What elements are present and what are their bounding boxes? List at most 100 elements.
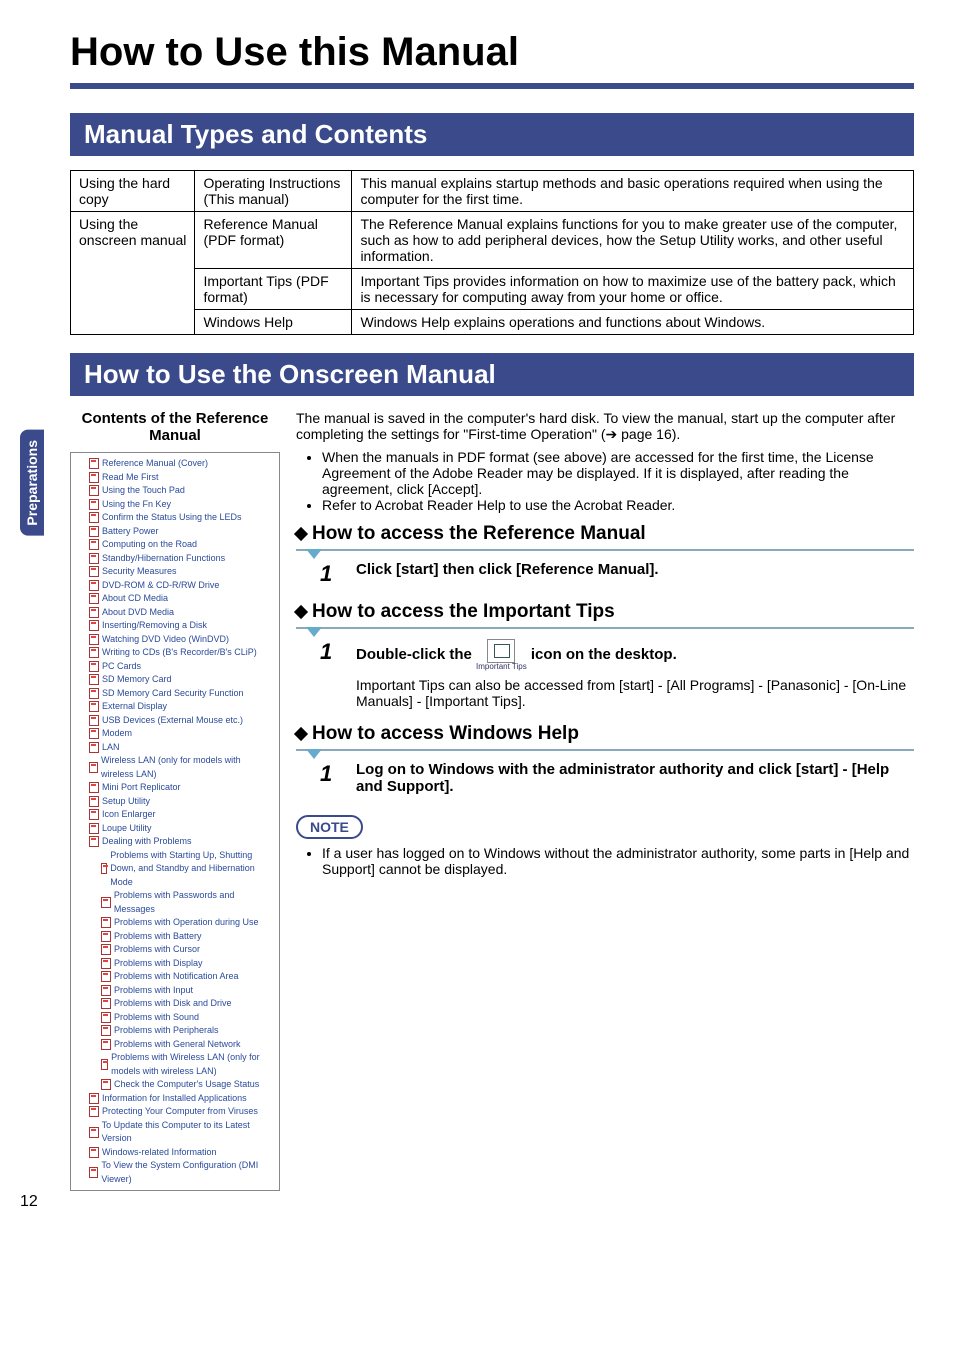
toc-item: Writing to CDs (B's Recorder/B's CLiP) xyxy=(75,646,275,660)
sub-heading-windows-help: How to access Windows Help xyxy=(296,723,914,745)
pdf-icon xyxy=(89,782,99,793)
pdf-icon xyxy=(89,607,99,618)
diamond-icon xyxy=(294,527,308,541)
toc-label: Problems with Display xyxy=(114,957,203,971)
pdf-icon xyxy=(89,809,99,820)
page-number: 12 xyxy=(20,1193,38,1211)
pdf-icon xyxy=(101,944,111,955)
sub-heading-label: How to access the Important Tips xyxy=(312,601,615,623)
toc-label: Standby/Hibernation Functions xyxy=(102,552,225,566)
pdf-icon xyxy=(89,674,99,685)
toc-item: Using the Touch Pad xyxy=(75,484,275,498)
toc-label: Problems with Notification Area xyxy=(114,970,239,984)
pdf-icon xyxy=(89,1127,99,1138)
table-cell: Windows Help explains operations and fun… xyxy=(352,310,914,335)
toc-label: Problems with Battery xyxy=(114,930,202,944)
important-tips-icon xyxy=(487,639,515,663)
pdf-icon xyxy=(89,620,99,631)
pdf-icon xyxy=(89,553,99,564)
contents-title: Contents of the Reference Manual xyxy=(70,410,280,444)
sub-heading-reference: How to access the Reference Manual xyxy=(296,523,914,545)
pdf-icon xyxy=(101,971,111,982)
pdf-icon xyxy=(89,1093,99,1104)
toc-label: SD Memory Card Security Function xyxy=(102,687,244,701)
toc-item: To Update this Computer to its Latest Ve… xyxy=(75,1119,275,1146)
toc-label: Problems with Operation during Use xyxy=(114,916,259,930)
toc-label: Modem xyxy=(102,727,132,741)
step-number: 1 xyxy=(320,639,338,665)
toc-item: Modem xyxy=(75,727,275,741)
toc-label: Writing to CDs (B's Recorder/B's CLiP) xyxy=(102,646,257,660)
step-text: Log on to Windows with the administrator… xyxy=(356,761,914,795)
table-cell: Important Tips (PDF format) xyxy=(195,269,352,310)
toc-label: Reference Manual (Cover) xyxy=(102,457,208,471)
step-text-part: icon on the desktop. xyxy=(531,646,677,663)
toc-item: Using the Fn Key xyxy=(75,498,275,512)
table-cell: Important Tips provides information on h… xyxy=(352,269,914,310)
toc-label: DVD-ROM & CD-R/RW Drive xyxy=(102,579,219,593)
table-cell: Using the hard copy xyxy=(71,171,195,212)
pdf-icon xyxy=(89,485,99,496)
toc-item: To View the System Configuration (DMI Vi… xyxy=(75,1159,275,1186)
page-title: How to Use this Manual xyxy=(70,30,914,75)
toc-label: To Update this Computer to its Latest Ve… xyxy=(102,1119,275,1146)
note-badge: NOTE xyxy=(296,815,363,839)
toc-label: Security Measures xyxy=(102,565,177,579)
toc-item: LAN xyxy=(75,741,275,755)
pdf-icon xyxy=(89,688,99,699)
toc-item: Computing on the Road xyxy=(75,538,275,552)
toc-item: Icon Enlarger xyxy=(75,808,275,822)
pdf-icon xyxy=(89,661,99,672)
toc-label: USB Devices (External Mouse etc.) xyxy=(102,714,243,728)
table-cell: This manual explains startup methods and… xyxy=(352,171,914,212)
pdf-icon xyxy=(101,1025,111,1036)
pdf-icon xyxy=(89,499,99,510)
step-text: Double-click the Important Tips icon on … xyxy=(356,639,914,709)
pdf-icon xyxy=(101,985,111,996)
toc-item: Battery Power xyxy=(75,525,275,539)
toc-label: Mini Port Replicator xyxy=(102,781,181,795)
step-sub-text: Important Tips can also be accessed from… xyxy=(356,677,914,709)
pdf-icon xyxy=(101,1039,111,1050)
toc-item: Inserting/Removing a Disk xyxy=(75,619,275,633)
toc-label: Problems with Disk and Drive xyxy=(114,997,232,1011)
toc-item: SD Memory Card xyxy=(75,673,275,687)
step-number: 1 xyxy=(320,561,338,587)
toc-label: Using the Fn Key xyxy=(102,498,171,512)
bullet-item: When the manuals in PDF format (see abov… xyxy=(322,449,914,497)
toc-item: Check the Computer's Usage Status xyxy=(75,1078,275,1092)
pdf-icon xyxy=(101,897,111,908)
toc-label: Confirm the Status Using the LEDs xyxy=(102,511,242,525)
toc-item: Mini Port Replicator xyxy=(75,781,275,795)
toc-item: PC Cards xyxy=(75,660,275,674)
pdf-icon xyxy=(89,1106,99,1117)
toc-item: DVD-ROM & CD-R/RW Drive xyxy=(75,579,275,593)
toc-item: Reference Manual (Cover) xyxy=(75,457,275,471)
diamond-icon xyxy=(294,605,308,619)
intro-bullets: When the manuals in PDF format (see abov… xyxy=(296,449,914,513)
pdf-icon xyxy=(89,566,99,577)
table-cell: Windows Help xyxy=(195,310,352,335)
toc-label: Icon Enlarger xyxy=(102,808,156,822)
toc-label: Problems with Wireless LAN (only for mod… xyxy=(111,1051,275,1078)
toc-label: Battery Power xyxy=(102,525,159,539)
toc-label: Loupe Utility xyxy=(102,822,152,836)
toc-item: Protecting Your Computer from Viruses xyxy=(75,1105,275,1119)
pdf-icon xyxy=(89,472,99,483)
toc-box: Reference Manual (Cover)Read Me FirstUsi… xyxy=(70,452,280,1191)
toc-item: USB Devices (External Mouse etc.) xyxy=(75,714,275,728)
pdf-icon xyxy=(101,863,107,874)
toc-item: Confirm the Status Using the LEDs xyxy=(75,511,275,525)
toc-item: Dealing with Problems xyxy=(75,835,275,849)
toc-label: Problems with Passwords and Messages xyxy=(114,889,275,916)
pdf-icon xyxy=(89,715,99,726)
pdf-icon xyxy=(89,823,99,834)
toc-item: External Display xyxy=(75,700,275,714)
step-separator xyxy=(296,549,914,551)
pdf-icon xyxy=(89,593,99,604)
section-onscreen-manual: How to Use the Onscreen Manual xyxy=(70,353,914,396)
pdf-icon xyxy=(89,634,99,645)
toc-item: About DVD Media xyxy=(75,606,275,620)
icon-label: Important Tips xyxy=(476,663,527,671)
toc-item: Problems with Notification Area xyxy=(75,970,275,984)
